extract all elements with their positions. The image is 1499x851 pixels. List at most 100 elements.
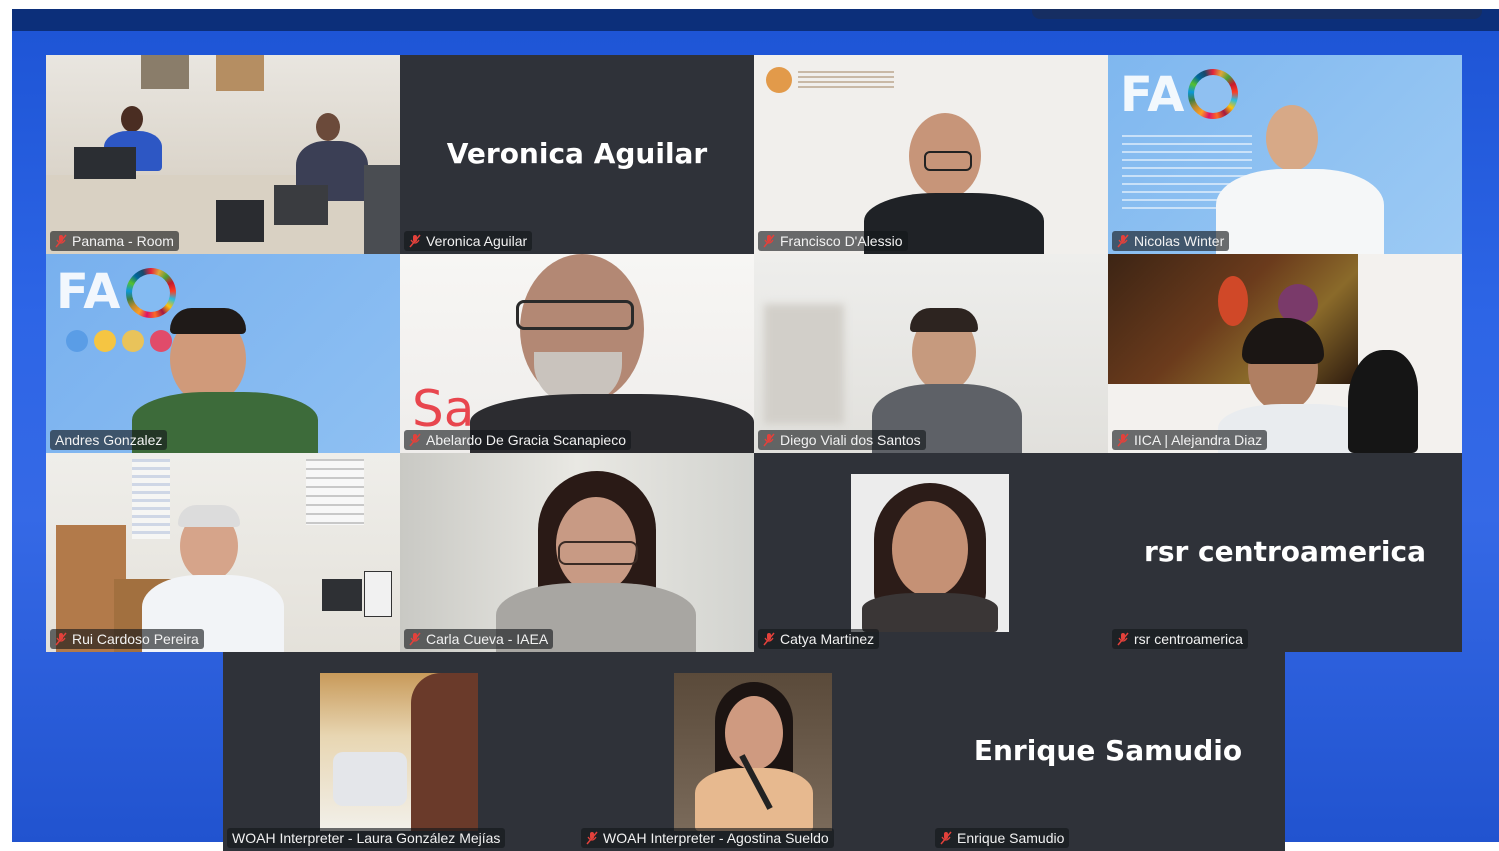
participant-name: rsr centroamerica (1134, 631, 1243, 647)
wall-calendar (132, 459, 170, 539)
sdg-wheel-center (132, 274, 170, 312)
video-tile-woah-interpreter-agostina[interactable]: WOAH Interpreter - Agostina Sueldo (577, 652, 931, 851)
participant-name-tag: Diego Viali dos Santos (758, 430, 926, 450)
microphone-muted-icon (586, 831, 598, 845)
participant-name-tag: Panama - Room (50, 231, 179, 251)
chair (364, 165, 400, 254)
microphone-muted-icon (409, 632, 421, 646)
video-tile-enrique-samudio[interactable]: Enrique Samudio Enrique Samudio (931, 652, 1285, 851)
coffee-machine (364, 571, 392, 617)
microphone-muted-icon (55, 632, 67, 646)
video-tile-veronica-aguilar[interactable]: Veronica Aguilar Veronica Aguilar (400, 55, 754, 254)
microphone-muted-icon (55, 234, 67, 248)
participant-name: Nicolas Winter (1134, 233, 1225, 249)
laptop (274, 185, 328, 225)
interpreter-console (333, 752, 407, 806)
participant-name: Abelardo De Gracia Scanapieco (426, 432, 627, 448)
wall-picture (216, 55, 264, 91)
wall-calendar (306, 459, 364, 525)
video-tile-catya-martinez[interactable]: Catya Martinez (754, 453, 1108, 652)
participant-name-tag: Rui Cardoso Pereira (50, 629, 204, 649)
participant-name-tag: Enrique Samudio (935, 828, 1070, 848)
badge-icon (122, 330, 144, 352)
video-tile-abelardo-de-gracia[interactable]: Sa Abelardo De Gracia Scanapieco (400, 254, 754, 453)
video-tile-diego-viali[interactable]: Diego Viali dos Santos (754, 254, 1108, 453)
participant-name: Veronica Aguilar (426, 233, 528, 249)
participant-name-tag: Abelardo De Gracia Scanapieco (404, 430, 632, 450)
microphone-muted-icon (763, 632, 775, 646)
participant-name-tag: Nicolas Winter (1112, 231, 1230, 251)
participant-name-tag: IICA | Alejandra Diaz (1112, 430, 1268, 450)
microphone-muted-icon (409, 433, 421, 447)
participant-head (725, 696, 783, 770)
participant-head (316, 113, 340, 141)
participant-head (892, 501, 968, 597)
badge-icon (150, 330, 172, 352)
participant-name-tag: Catya Martinez (758, 629, 880, 649)
participant-name: Enrique Samudio (957, 830, 1065, 846)
participant-name: WOAH Interpreter - Agostina Sueldo (603, 830, 829, 846)
microphone-muted-icon (1117, 632, 1129, 646)
participant-display-name: rsr centroamerica (1144, 535, 1426, 568)
sdg-wheel-center (1194, 75, 1232, 113)
participant-body (1216, 169, 1384, 254)
hair (178, 505, 240, 527)
microphone-muted-icon (763, 433, 775, 447)
badge-icon (94, 330, 116, 352)
glasses (516, 300, 634, 330)
video-tile-iica-alejandra-diaz[interactable]: IICA | Alejandra Diaz (1108, 254, 1462, 453)
participant-name: Andres Gonzalez (55, 432, 163, 448)
participant-name-tag: Francisco D'Alessio (758, 231, 908, 251)
participant-name: WOAH Interpreter - Laura González Mejías (232, 830, 501, 846)
keyboard (216, 200, 264, 242)
fao-logo: FA (56, 264, 121, 320)
video-tile-francisco-dalessio[interactable]: Francisco D'Alessio (754, 55, 1108, 254)
meeting-controls-bar[interactable] (1032, 9, 1482, 19)
painting-fruit (1218, 276, 1248, 326)
window-top-bar (12, 9, 1499, 31)
video-tile-woah-interpreter-laura[interactable]: WOAH Interpreter - Laura González Mejías (223, 652, 577, 851)
sculpture (1348, 350, 1418, 453)
participant-name: Panama - Room (72, 233, 174, 249)
background-object (764, 304, 844, 424)
org-logo (766, 67, 792, 93)
microphone-muted-icon (1117, 433, 1129, 447)
hair (411, 673, 478, 831)
participant-display-name: Enrique Samudio (973, 734, 1243, 767)
wall-picture (141, 55, 189, 89)
microphone-muted-icon (763, 234, 775, 248)
participant-name: Catya Martinez (780, 631, 875, 647)
participant-name: Francisco D'Alessio (780, 233, 903, 249)
video-tile-rsr-centroamerica[interactable]: rsr centroamerica rsr centroamerica (1108, 453, 1462, 652)
fao-logo: FA (1120, 67, 1185, 123)
participant-head (121, 106, 143, 132)
video-tile-panama-room[interactable]: Panama - Room (46, 55, 400, 254)
participant-display-name: Veronica Aguilar (446, 137, 708, 170)
participant-name-tag: Andres Gonzalez (50, 430, 168, 450)
hair (910, 308, 978, 332)
video-tile-nicolas-winter[interactable]: FA Nicolas Winter (1108, 55, 1462, 254)
participant-name: Diego Viali dos Santos (780, 432, 921, 448)
microphone-muted-icon (409, 234, 421, 248)
glasses (558, 541, 638, 565)
microphone-muted-icon (1117, 234, 1129, 248)
video-tile-carla-cueva[interactable]: Carla Cueva - IAEA (400, 453, 754, 652)
participant-name-tag: rsr centroamerica (1112, 629, 1248, 649)
participant-name: IICA | Alejandra Diaz (1134, 432, 1263, 448)
video-tile-rui-cardoso-pereira[interactable]: Rui Cardoso Pereira (46, 453, 400, 652)
participant-name-tag: WOAH Interpreter - Laura González Mejías (227, 828, 506, 848)
participant-name-tag: Veronica Aguilar (404, 231, 533, 251)
laptop (74, 147, 136, 179)
glasses (924, 151, 972, 171)
org-logo-text (798, 71, 894, 89)
participant-name: Carla Cueva - IAEA (426, 631, 549, 647)
participant-body (862, 593, 998, 632)
desk-phone (322, 579, 362, 611)
participant-name-tag: WOAH Interpreter - Agostina Sueldo (581, 828, 834, 848)
participant-name: Rui Cardoso Pereira (72, 631, 199, 647)
badge-icon (66, 330, 88, 352)
video-tile-andres-gonzalez[interactable]: FA Andres Gonzalez (46, 254, 400, 453)
gallery-view: Panama - Room Veronica Aguilar Veronica … (12, 31, 1499, 851)
participant-name-tag: Carla Cueva - IAEA (404, 629, 554, 649)
microphone-muted-icon (940, 831, 952, 845)
